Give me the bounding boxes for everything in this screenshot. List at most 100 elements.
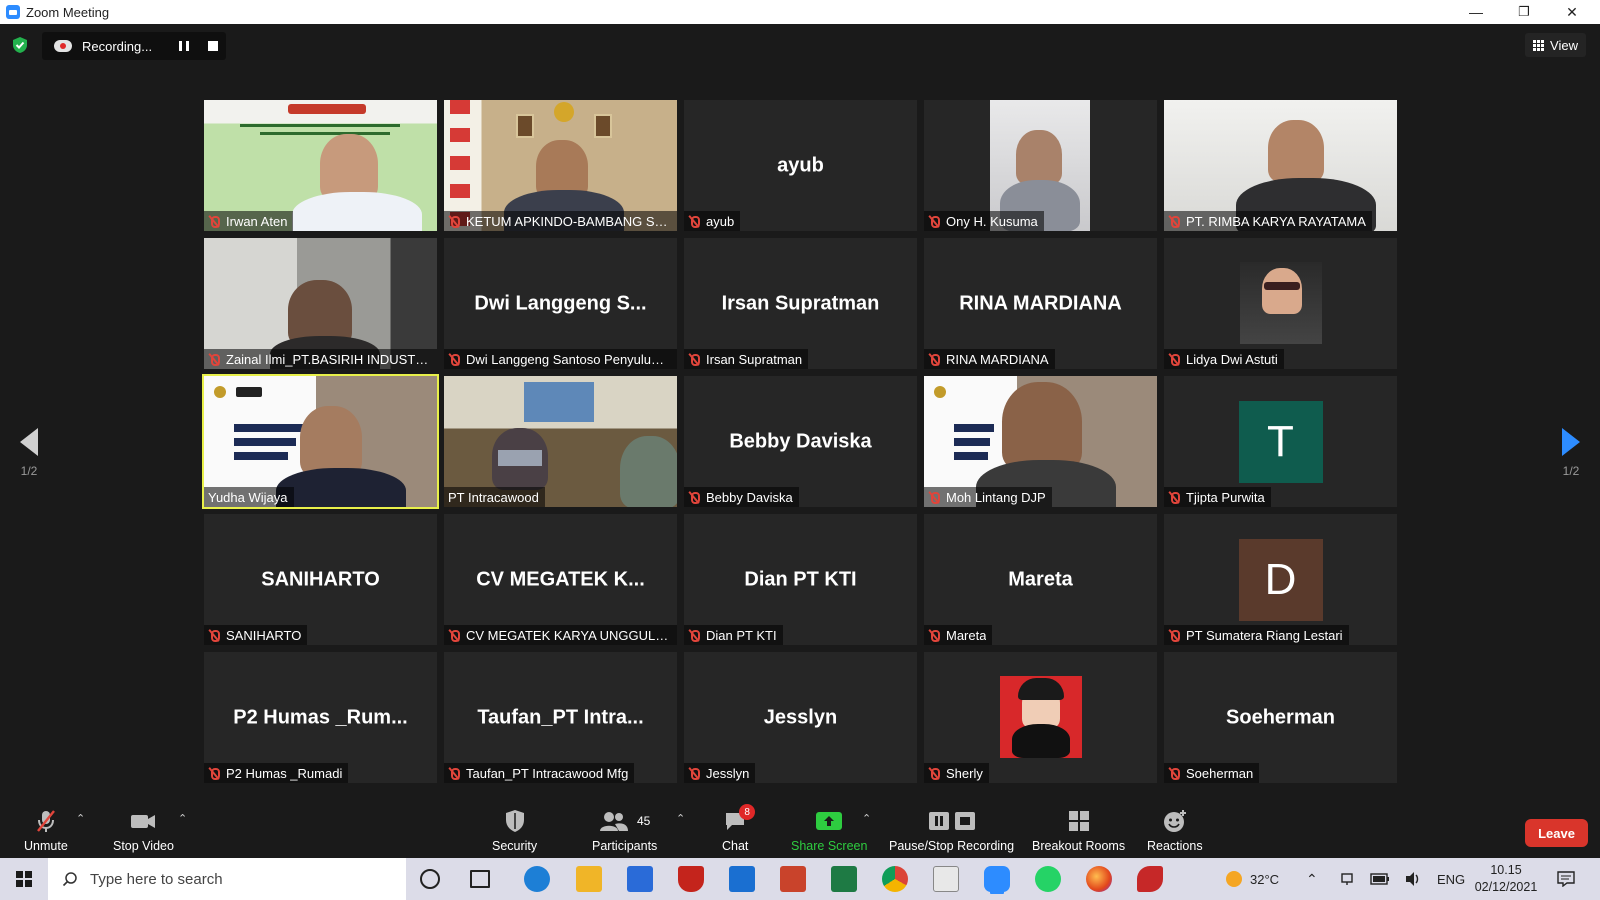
minimize-button[interactable]: — xyxy=(1452,0,1500,24)
participant-display-name: ayub xyxy=(777,154,824,176)
participant-name-label: CV MEGATEK KARYA UNGGUL_sul... xyxy=(444,625,677,645)
encryption-shield-icon[interactable] xyxy=(12,36,28,54)
participant-tile[interactable]: Moh Lintang DJP xyxy=(924,376,1157,507)
share-screen-label: Share Screen xyxy=(791,839,868,853)
participant-tile[interactable]: Yudha Wijaya xyxy=(202,374,439,509)
participant-tile[interactable]: T Tjipta Purwita xyxy=(1164,376,1397,507)
participant-tile[interactable]: Dwi Langgeng S... Dwi Langgeng Santoso Pe… xyxy=(444,238,677,369)
participant-display-name: RINA MARDIANA xyxy=(959,292,1122,314)
muted-microphone-icon xyxy=(1168,767,1180,780)
participant-tile[interactable]: Irwan Aten xyxy=(204,100,437,231)
participant-tile[interactable]: Bebby Daviska Bebby Daviska xyxy=(684,376,917,507)
participant-name-label: Dian PT KTI xyxy=(684,625,783,645)
participant-tile[interactable]: Sherly xyxy=(924,652,1157,783)
participant-tile[interactable]: Mareta Mareta xyxy=(924,514,1157,645)
close-button[interactable]: ✕ xyxy=(1548,0,1596,24)
muted-microphone-icon xyxy=(208,353,220,366)
task-view-icon[interactable] xyxy=(470,870,490,888)
taskbar-search-box[interactable]: Type here to search xyxy=(48,858,406,900)
participant-tile[interactable]: SANIHARTO SANIHARTO xyxy=(204,514,437,645)
participant-tile[interactable]: Lidya Dwi Astuti xyxy=(1164,238,1397,369)
chat-button[interactable]: 8 Chat xyxy=(722,804,756,853)
weather-widget[interactable]: 32°C xyxy=(1226,858,1279,900)
microsoft-store-icon[interactable] xyxy=(627,866,653,892)
participant-name: CV MEGATEK KARYA UNGGUL_sul... xyxy=(466,627,671,643)
file-explorer-icon[interactable] xyxy=(576,866,602,892)
cortana-icon[interactable] xyxy=(420,869,440,889)
participant-name-label: Lidya Dwi Astuti xyxy=(1164,349,1284,369)
participant-tile[interactable]: PT. RIMBA KARYA RAYATAMA xyxy=(1164,100,1397,231)
next-page-nav[interactable]: 1/2 xyxy=(1556,428,1586,478)
stop-recording-button[interactable] xyxy=(208,41,218,51)
participant-display-name: Dian PT KTI xyxy=(744,568,857,590)
stop-video-button[interactable]: Stop Video xyxy=(113,808,174,853)
breakout-rooms-button[interactable]: Breakout Rooms xyxy=(1032,808,1125,853)
muted-microphone-icon xyxy=(1168,491,1180,504)
participants-caret-icon[interactable]: ⌃ xyxy=(676,812,685,825)
previous-page-nav[interactable]: 1/2 xyxy=(14,428,44,478)
leave-button[interactable]: Leave xyxy=(1525,819,1588,847)
participant-tile[interactable]: RINA MARDIANA RINA MARDIANA xyxy=(924,238,1157,369)
clock[interactable]: 10.15 02/12/2021 xyxy=(1474,858,1538,900)
participant-tile[interactable]: Soeherman Soeherman xyxy=(1164,652,1397,783)
security-label: Security xyxy=(492,839,538,853)
zoom-taskbar-icon[interactable] xyxy=(984,866,1010,892)
participants-button[interactable]: 45 Participants xyxy=(592,808,657,853)
participant-name: Moh Lintang DJP xyxy=(946,489,1046,505)
participant-display-name: P2 Humas _Rum... xyxy=(233,706,408,728)
document-viewer-icon[interactable] xyxy=(933,866,959,892)
powerpoint-icon[interactable] xyxy=(780,866,806,892)
participant-name-label: Jesslyn xyxy=(684,763,756,783)
notifications-icon[interactable] xyxy=(1557,858,1575,900)
muted-microphone-icon xyxy=(208,767,220,780)
input-language[interactable]: ENG xyxy=(1437,858,1465,900)
start-button[interactable] xyxy=(0,858,48,900)
participant-name: Jesslyn xyxy=(706,765,750,781)
participant-tile[interactable]: Ony H. Kusuma xyxy=(924,100,1157,231)
share-options-caret-icon[interactable]: ⌃ xyxy=(862,812,871,825)
arrow-left-icon[interactable] xyxy=(20,428,38,456)
show-hidden-icons-icon[interactable]: ⌃ xyxy=(1306,858,1318,900)
unmute-button[interactable]: Unmute xyxy=(24,808,68,853)
edge-browser-icon[interactable] xyxy=(524,866,550,892)
participant-tile[interactable]: Irsan Supratman Irsan Supratman xyxy=(684,238,917,369)
participant-tile[interactable]: D PT Sumatera Riang Lestari xyxy=(1164,514,1397,645)
firefox-icon[interactable] xyxy=(1086,866,1112,892)
chrome-icon[interactable] xyxy=(882,866,908,892)
arrow-right-icon[interactable] xyxy=(1562,428,1580,456)
muted-microphone-icon xyxy=(448,215,460,228)
meeting-top-bar: Recording... View xyxy=(0,24,1600,66)
participant-display-name: Dwi Langgeng S... xyxy=(474,292,647,314)
restore-button[interactable]: ❐ xyxy=(1500,0,1548,24)
participant-tile[interactable]: CV MEGATEK K... CV MEGATEK KARYA UNGGUL_s… xyxy=(444,514,677,645)
audio-options-caret-icon[interactable]: ⌃ xyxy=(76,812,85,825)
mcafee-icon[interactable] xyxy=(678,866,704,892)
pause-stop-recording-button[interactable]: Pause/Stop Recording xyxy=(889,808,1014,853)
whatsapp-icon[interactable] xyxy=(1035,866,1061,892)
volume-icon[interactable] xyxy=(1404,858,1422,900)
video-options-caret-icon[interactable]: ⌃ xyxy=(178,812,187,825)
pause-stop-label: Pause/Stop Recording xyxy=(889,839,1015,853)
participant-tile[interactable]: Dian PT KTI Dian PT KTI xyxy=(684,514,917,645)
view-button[interactable]: View xyxy=(1525,33,1586,57)
participant-tile[interactable]: P2 Humas _Rum... P2 Humas _Rumadi xyxy=(204,652,437,783)
pause-recording-button[interactable] xyxy=(179,41,189,51)
reactions-button[interactable]: Reactions xyxy=(1147,808,1203,853)
battery-icon[interactable] xyxy=(1370,858,1390,900)
mail-icon[interactable] xyxy=(729,866,755,892)
network-icon[interactable] xyxy=(1339,858,1355,900)
share-screen-button[interactable]: Share Screen xyxy=(791,808,867,853)
security-button[interactable]: Security xyxy=(492,808,537,853)
participant-tile[interactable]: Jesslyn Jesslyn xyxy=(684,652,917,783)
participant-tile[interactable]: Taufan_PT Intra... Taufan_PT Intracawood … xyxy=(444,652,677,783)
participant-tile[interactable]: Zainal Ilmi_PT.BASIRIH INDUSTRIAL xyxy=(204,238,437,369)
participant-name: KETUM APKINDO-BAMBANG SOE... xyxy=(466,213,671,229)
participant-tile[interactable]: ayub ayub xyxy=(684,100,917,231)
participant-name: SANIHARTO xyxy=(226,627,302,643)
chat-unread-badge: 8 xyxy=(739,804,756,820)
participant-tile[interactable]: PT Intracawood xyxy=(444,376,677,507)
participant-tile[interactable]: KETUM APKINDO-BAMBANG SOE... xyxy=(444,100,677,231)
recording-label: Recording... xyxy=(82,38,153,54)
red-app-icon[interactable] xyxy=(1137,866,1163,892)
excel-icon[interactable] xyxy=(831,866,857,892)
